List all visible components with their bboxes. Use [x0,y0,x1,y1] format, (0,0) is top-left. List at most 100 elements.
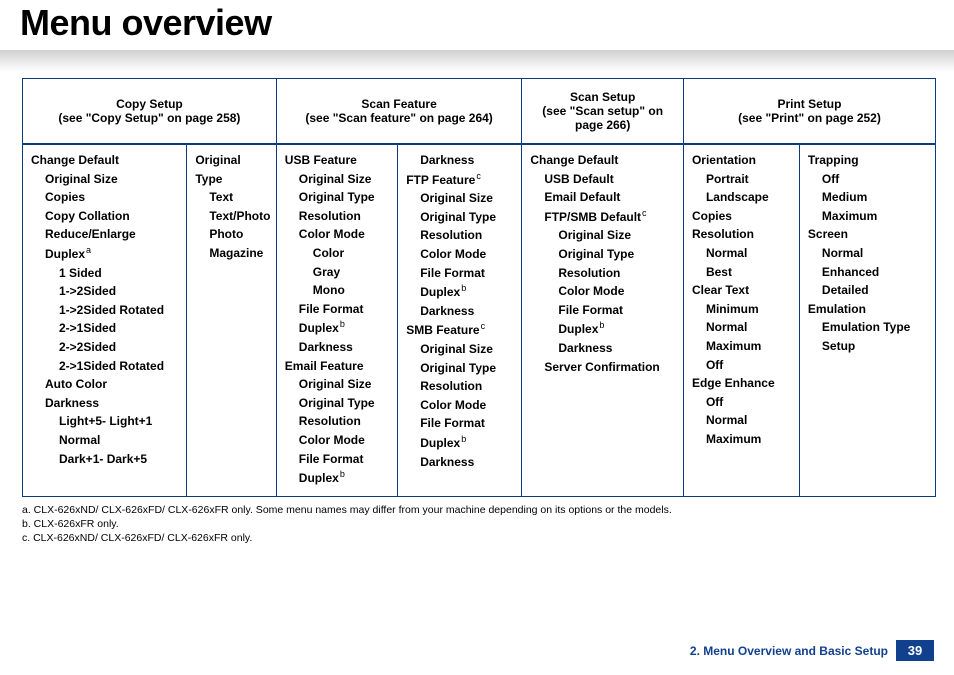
menu-item: Light+5- Light+1 [31,412,178,431]
cell-print-b: TrappingOffMediumMaximumScreenNormalEnha… [799,144,935,496]
menu-item: 2->1Sided [31,319,178,338]
menu-item: Original Size [406,189,513,208]
menu-item: Maximum [808,207,927,226]
footnotes: a. CLX-626xND/ CLX-626xFD/ CLX-626xFR on… [22,503,936,546]
menu-item: Email Default [530,188,675,207]
menu-item: 1 Sided [31,264,178,283]
menu-item: Duplexb [406,433,513,453]
menu-item: Dark+1- Dark+5 [31,450,178,469]
cell-copy-b: Original TypeTextText/PhotoPhotoMagazine [187,144,276,496]
menu-item: Landscape [692,188,791,207]
menu-item: Original Size [31,170,178,189]
menu-item: Normal [808,244,927,263]
menu-item: Darkness [406,302,513,321]
cell-scans: Change DefaultUSB DefaultEmail DefaultFT… [522,144,684,496]
menu-item: Detailed [808,281,927,300]
footer-page-number: 39 [896,640,934,661]
menu-item: Medium [808,188,927,207]
menu-item: Color Mode [530,282,675,301]
menu-item: Change Default [31,151,178,170]
menu-item: 2->2Sided [31,338,178,357]
menu-item: Original Size [530,226,675,245]
menu-item: Clear Text [692,281,791,300]
menu-item: Duplexa [31,244,178,264]
menu-item: Edge Enhance [692,374,791,393]
menu-item: Resolution [406,226,513,245]
menu-item: Setup [808,337,927,356]
menu-item: Duplexb [530,319,675,339]
menu-item: File Format [406,414,513,433]
page-footer: 2. Menu Overview and Basic Setup 39 [690,640,934,661]
menu-item: Off [692,393,791,412]
menu-item: Minimum [692,300,791,319]
cell-scanf-b: DarknessFTP FeaturecOriginal SizeOrigina… [398,144,522,496]
menu-item: Color Mode [406,245,513,264]
menu-item: Normal [692,244,791,263]
menu-item: Server Confirmation [530,358,675,377]
menu-item: File Format [285,300,389,319]
menu-item: 1->2Sided Rotated [31,301,178,320]
menu-item: Copy Collation [31,207,178,226]
menu-item: Portrait [692,170,791,189]
footnote: b. CLX-626xFR only. [22,517,936,531]
menu-item: FTP/SMB Defaultc [530,207,675,227]
footnote: c. CLX-626xND/ CLX-626xFD/ CLX-626xFR on… [22,531,936,545]
menu-item: Change Default [530,151,675,170]
footer-chapter: 2. Menu Overview and Basic Setup [690,644,888,658]
menu-item: Off [692,356,791,375]
col-header-scanfeature: Scan Feature (see "Scan feature" on page… [276,79,522,145]
menu-item: Enhanced [808,263,927,282]
col-header-copy: Copy Setup (see "Copy Setup" on page 258… [23,79,277,145]
menu-item: Off [808,170,927,189]
menu-item: Color [285,244,389,263]
menu-item: USB Feature [285,151,389,170]
menu-item: Resolution [692,225,791,244]
content-area: Copy Setup (see "Copy Setup" on page 258… [0,72,954,545]
menu-item: 2->1Sided Rotated [31,357,178,376]
menu-item: Color Mode [285,431,389,450]
footnote: a. CLX-626xND/ CLX-626xFD/ CLX-626xFR on… [22,503,936,517]
menu-item: Photo [195,225,267,244]
menu-item: Normal [692,318,791,337]
menu-item: Darkness [406,151,513,170]
menu-table: Copy Setup (see "Copy Setup" on page 258… [22,78,936,497]
menu-item: Reduce/Enlarge [31,225,178,244]
menu-item: Original Size [285,170,389,189]
menu-item: Magazine [195,244,267,263]
cell-print-a: OrientationPortraitLandscapeCopiesResolu… [683,144,799,496]
menu-item: Original Type [195,151,267,188]
menu-item: Darkness [406,453,513,472]
menu-item: Color Mode [406,396,513,415]
menu-item: File Format [285,450,389,469]
col-header-print: Print Setup (see "Print" on page 252) [683,79,935,145]
menu-item: Maximum [692,430,791,449]
menu-item: Darkness [530,339,675,358]
menu-item: Original Size [406,340,513,359]
menu-item: Orientation [692,151,791,170]
menu-item: Gray [285,263,389,282]
menu-item: Original Type [406,359,513,378]
menu-item: Original Type [530,245,675,264]
menu-item: Color Mode [285,225,389,244]
menu-item: 1->2Sided [31,282,178,301]
menu-item: Screen [808,225,927,244]
page-title: Menu overview [20,0,954,44]
menu-item: Best [692,263,791,282]
menu-item: Emulation [808,300,927,319]
menu-item: File Format [406,264,513,283]
menu-item: Normal [31,431,178,450]
menu-item: Darkness [31,394,178,413]
menu-item: Maximum [692,337,791,356]
menu-item: Copies [692,207,791,226]
menu-item: Duplexb [285,318,389,338]
title-shadow [0,50,954,72]
menu-item: Resolution [285,412,389,431]
menu-item: FTP Featurec [406,170,513,190]
menu-item: Original Type [285,394,389,413]
cell-scanf-a: USB FeatureOriginal Size Original TypeRes… [276,144,397,496]
menu-item: File Format [530,301,675,320]
menu-item: Mono [285,281,389,300]
menu-item: Resolution [530,264,675,283]
menu-item: Duplexb [406,282,513,302]
col-header-scansetup: Scan Setup (see "Scan setup" on page 266… [522,79,684,145]
